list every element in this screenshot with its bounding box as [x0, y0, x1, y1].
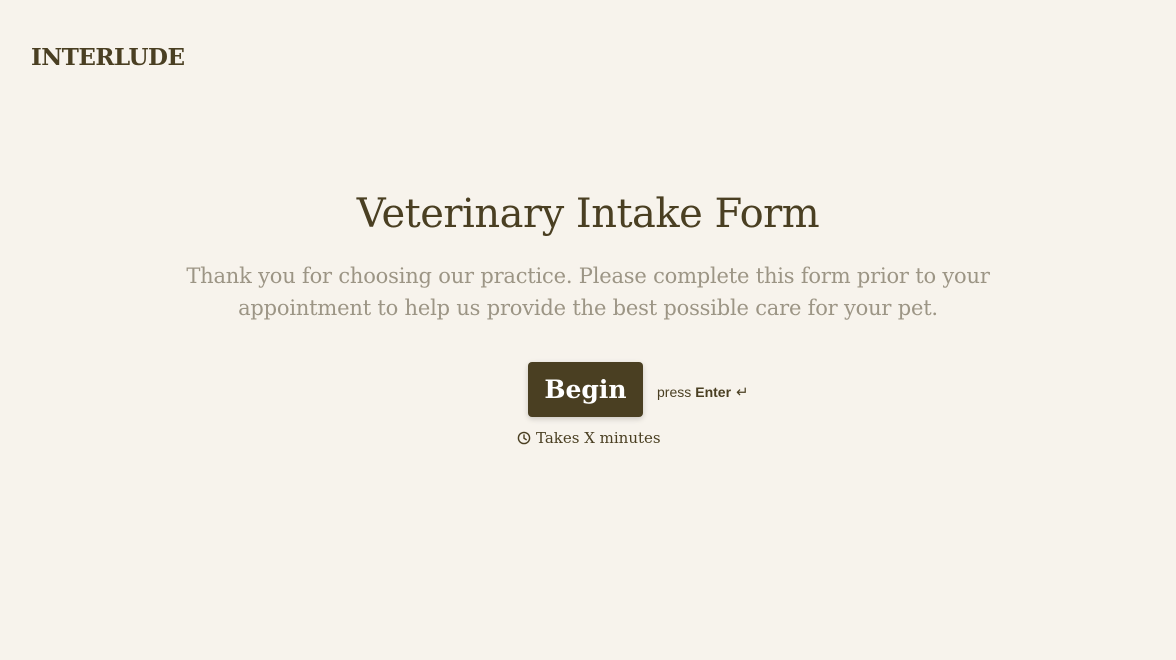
- brand-logo: INTERLUDE: [31, 44, 185, 71]
- duration-info: Takes X minutes: [517, 429, 661, 447]
- duration-label: Takes X minutes: [536, 429, 661, 447]
- hero-section: Veterinary Intake Form Thank you for cho…: [0, 188, 1176, 324]
- enter-hint-prefix: press: [657, 383, 692, 400]
- enter-key-label: Enter: [695, 383, 732, 400]
- page-subtitle: Thank you for choosing our practice. Ple…: [186, 264, 990, 320]
- clock-icon: [517, 431, 531, 445]
- start-actions: Begin press Enter ↵: [528, 362, 749, 417]
- begin-button[interactable]: Begin: [528, 362, 643, 417]
- return-icon: ↵: [736, 383, 749, 401]
- page-title: Veterinary Intake Form: [356, 191, 820, 237]
- enter-hint: press Enter ↵: [657, 383, 749, 401]
